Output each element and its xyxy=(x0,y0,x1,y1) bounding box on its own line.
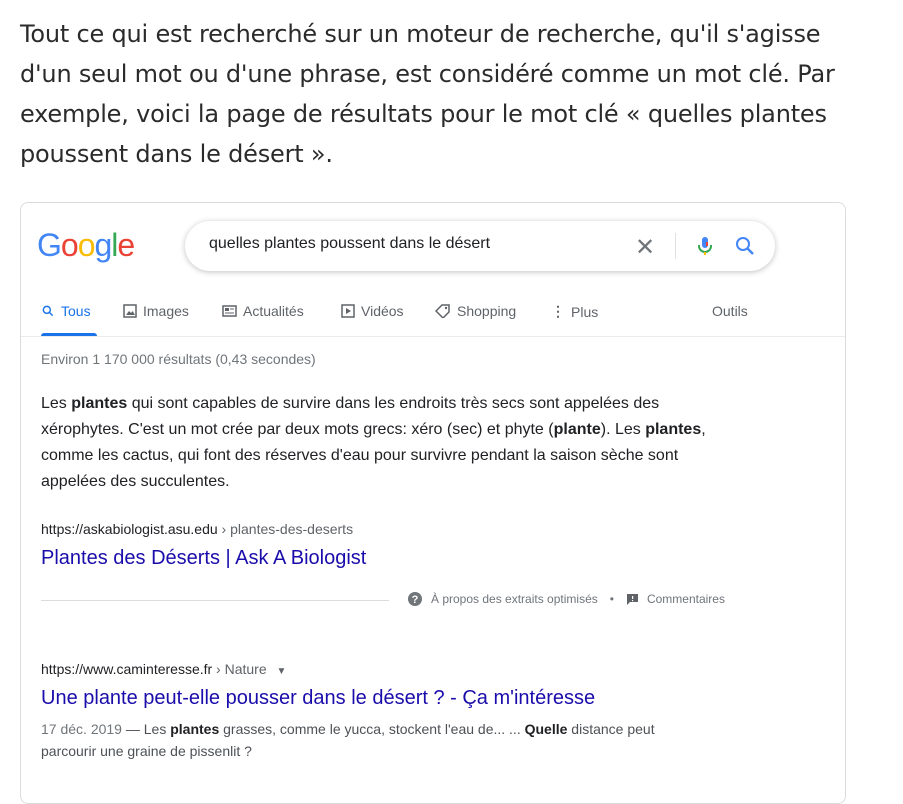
tab-label: Actualités xyxy=(243,303,304,319)
google-results-screenshot: Google quelles plantes poussent dans le … xyxy=(20,202,846,804)
tab-label: Plus xyxy=(571,303,599,320)
result-stats: Environ 1 170 000 résultats (0,43 second… xyxy=(41,351,316,367)
news-icon xyxy=(222,305,237,317)
clear-icon[interactable]: ✕ xyxy=(635,233,655,262)
featured-result-title[interactable]: Plantes des Déserts | Ask A Biologist xyxy=(41,547,366,570)
svg-text:?: ? xyxy=(412,594,419,606)
tab-tous[interactable]: Tous xyxy=(41,303,91,319)
tab-label: Vidéos xyxy=(361,303,404,319)
google-logo[interactable]: Google xyxy=(37,227,135,264)
intro-paragraph: Tout ce qui est recherché sur un moteur … xyxy=(20,20,835,168)
tab-label: Images xyxy=(143,303,189,319)
search-tabs: Tous Images Actualités Vidéos Shopping ⋮… xyxy=(21,295,845,337)
about-featured-snippets-link[interactable]: À propos des extraits optimisés xyxy=(431,592,598,606)
tab-label: Shopping xyxy=(457,303,517,319)
search-icon xyxy=(42,305,54,317)
tab-images[interactable]: Images xyxy=(123,303,189,319)
image-icon xyxy=(123,304,137,318)
feedback-icon[interactable] xyxy=(626,593,639,606)
search-divider xyxy=(675,233,676,259)
tab-videos[interactable]: Vidéos xyxy=(341,303,404,319)
video-icon xyxy=(341,304,355,318)
result2-title[interactable]: Une plante peut-elle pousser dans le dés… xyxy=(41,687,595,710)
tabs-divider xyxy=(21,336,845,337)
tab-shopping[interactable]: Shopping xyxy=(435,303,516,319)
result2-cite[interactable]: https://www.caminteresse.fr › Nature ▼ xyxy=(41,661,286,677)
dot-separator: • xyxy=(609,592,614,606)
tools-button[interactable]: Outils xyxy=(712,303,748,319)
tag-icon xyxy=(435,304,450,318)
result-cite[interactable]: https://askabiologist.asu.edu › plantes-… xyxy=(41,521,353,537)
more-vert-icon: ⋮ xyxy=(551,303,565,319)
tab-plus[interactable]: ⋮ Plus xyxy=(551,303,598,320)
microphone-icon[interactable] xyxy=(693,234,717,258)
search-input[interactable]: quelles plantes poussent dans le désert xyxy=(209,235,490,253)
feedback-link[interactable]: Commentaires xyxy=(647,592,725,606)
tab-label: Tous xyxy=(61,303,91,319)
tab-actualites[interactable]: Actualités xyxy=(222,303,304,319)
chevron-down-icon[interactable]: ▼ xyxy=(277,666,287,677)
help-icon[interactable]: ? xyxy=(407,591,423,607)
result2-description: 17 déc. 2019 — Les plantes grasses, comm… xyxy=(41,721,655,759)
search-icon[interactable] xyxy=(733,234,757,258)
search-box[interactable]: quelles plantes poussent dans le désert … xyxy=(185,221,775,271)
snippet-divider xyxy=(41,600,389,601)
snippet-footer: ? À propos des extraits optimisés • Comm… xyxy=(407,591,725,607)
featured-snippet-text: Les plantes qui sont capables de survire… xyxy=(41,395,706,490)
